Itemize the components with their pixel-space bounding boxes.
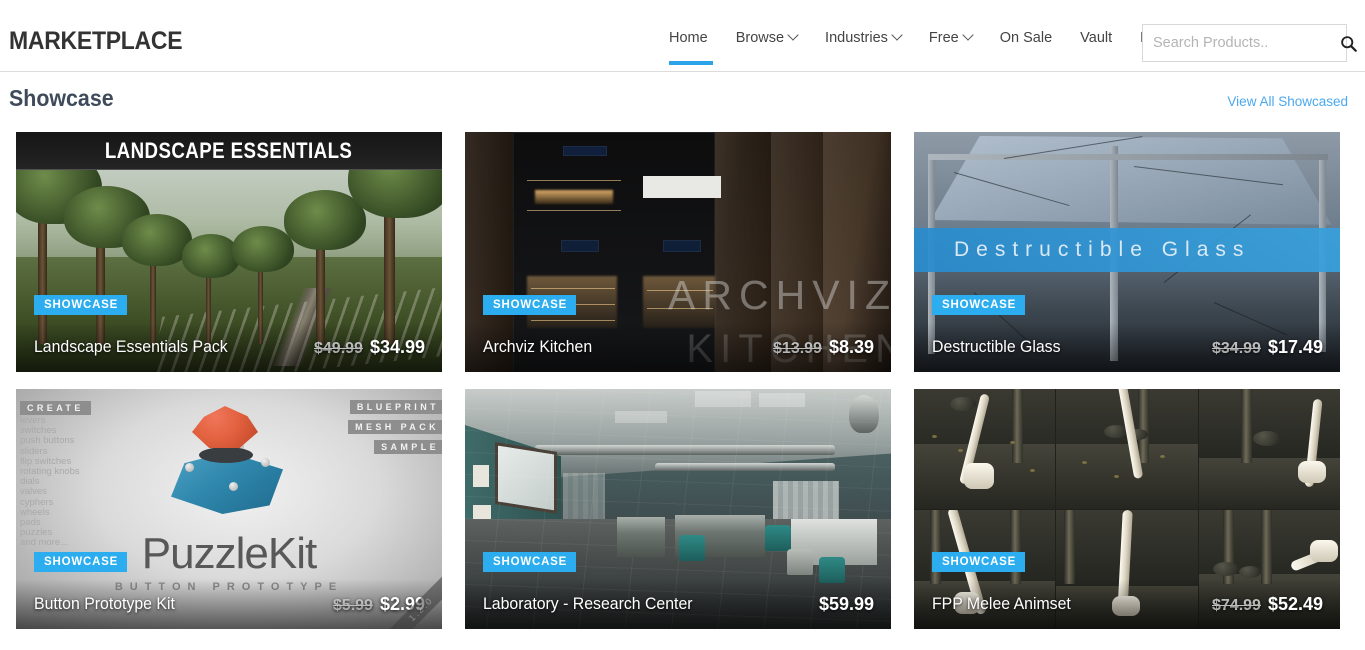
product-card-archviz-kitchen[interactable]: ARCHVIZ KITCHEN SHOWCASE Archviz Kitchen… (465, 132, 891, 372)
art-title-banner: Destructible Glass (914, 228, 1340, 272)
art-title: Destructible Glass (954, 238, 1251, 261)
view-all-showcased-link[interactable]: View All Showcased (1227, 94, 1348, 109)
art-tag-create: CREATE (20, 401, 91, 415)
status-badge: SHOWCASE (932, 552, 1026, 572)
nav-item-on-sale[interactable]: On Sale (986, 30, 1066, 65)
product-name: Archviz Kitchen (483, 337, 593, 356)
product-card-fpp-melee-animset[interactable]: SHOWCASE FPP Melee Animset $74.99 $52.49 (914, 389, 1340, 629)
product-card-button-prototype-kit[interactable]: CREATE levers switches push buttons slider… (16, 389, 442, 629)
site-header: MARKETPLACE Home Browse Industries Free … (0, 0, 1365, 72)
status-badge: SHOWCASE (34, 295, 128, 315)
price-current: $59.99 (818, 593, 874, 614)
chevron-down-icon (787, 29, 799, 41)
status-badge: SHOWCASE (483, 295, 577, 315)
search-icon (1341, 35, 1357, 52)
nav-item-label: On Sale (999, 30, 1053, 46)
price-current: $52.49 (1267, 593, 1323, 614)
card-footer: Button Prototype Kit $5.99 $2.99 (16, 579, 442, 629)
price-original: $13.99 (773, 339, 822, 357)
art-tag-mesh-pack: MESH PACK (348, 420, 442, 434)
art-title: LANDSCAPE ESSENTIALS (105, 137, 353, 163)
status-badge: SHOWCASE (483, 552, 577, 572)
search-button[interactable] (1340, 25, 1357, 61)
art-tag-sample: SAMPLE (374, 440, 442, 454)
nav-item-label: Browse (735, 30, 785, 46)
product-card-laboratory-research-center[interactable]: SHOWCASE Laboratory - Research Center $5… (465, 389, 891, 629)
chevron-down-icon (962, 29, 974, 41)
product-card-destructible-glass[interactable]: Destructible Glass SHOWCASE Destructible… (914, 132, 1340, 372)
price-original: $49.99 (314, 339, 363, 357)
card-footer: Laboratory - Research Center $59.99 (465, 579, 891, 629)
section-header: Showcase View All Showcased (0, 72, 1365, 120)
product-name: FPP Melee Animset (932, 594, 1071, 613)
nav-item-browse[interactable]: Browse (722, 29, 811, 65)
card-footer: Archviz Kitchen $13.99 $8.39 (465, 322, 891, 372)
price-box: $49.99 $34.99 (314, 337, 425, 358)
product-card-landscape-essentials-pack[interactable]: LANDSCAPE ESSENTIALS SHOWCASE Landscape … (16, 132, 442, 372)
price-current: $17.49 (1267, 336, 1323, 357)
search-bar (1142, 24, 1357, 62)
nav-item-label: Free (928, 30, 959, 46)
card-footer: Destructible Glass $34.99 $17.49 (914, 322, 1340, 372)
nav-item-industries[interactable]: Industries (811, 29, 915, 65)
price-current: $8.39 (828, 336, 874, 357)
site-logo[interactable]: MARKETPLACE (9, 27, 183, 56)
card-footer: FPP Melee Animset $74.99 $52.49 (914, 579, 1340, 629)
status-badge: SHOWCASE (932, 295, 1026, 315)
price-original: $5.99 (332, 596, 373, 614)
page-title: Showcase (9, 85, 114, 111)
card-footer: Landscape Essentials Pack $49.99 $34.99 (16, 322, 442, 372)
price-box: $13.99 $8.39 (773, 337, 874, 358)
nav-item-vault[interactable]: Vault (1066, 30, 1126, 65)
nav-item-home[interactable]: Home (660, 30, 722, 65)
nav-item-label: Vault (1080, 30, 1113, 46)
price-box: $74.99 $52.49 (1212, 594, 1323, 615)
price-current: $34.99 (369, 336, 425, 357)
nav-item-label: Home (669, 30, 708, 46)
price-box: $34.99 $17.49 (1212, 337, 1323, 358)
status-badge: SHOWCASE (34, 552, 128, 572)
price-original: $34.99 (1212, 339, 1261, 357)
chevron-down-icon (891, 29, 903, 41)
showcase-grid: LANDSCAPE ESSENTIALS SHOWCASE Landscape … (16, 132, 1340, 629)
main-navigation: Home Browse Industries Free On Sale Vaul… (660, 29, 1184, 65)
nav-item-free[interactable]: Free (915, 29, 986, 65)
product-name: Laboratory - Research Center (483, 594, 693, 613)
price-box: $59.99 (819, 594, 874, 615)
art-title-primary: ARCHVIZ (668, 272, 891, 318)
product-name: Button Prototype Kit (34, 594, 175, 613)
art-title-banner: LANDSCAPE ESSENTIALS (16, 132, 442, 170)
product-name: Landscape Essentials Pack (34, 337, 228, 356)
product-name: Destructible Glass (932, 337, 1061, 356)
search-input[interactable] (1143, 35, 1340, 51)
price-original: $74.99 (1212, 596, 1261, 614)
nav-item-label: Industries (825, 30, 888, 46)
art-tag-blueprint: BLUEPRINT (349, 400, 442, 414)
